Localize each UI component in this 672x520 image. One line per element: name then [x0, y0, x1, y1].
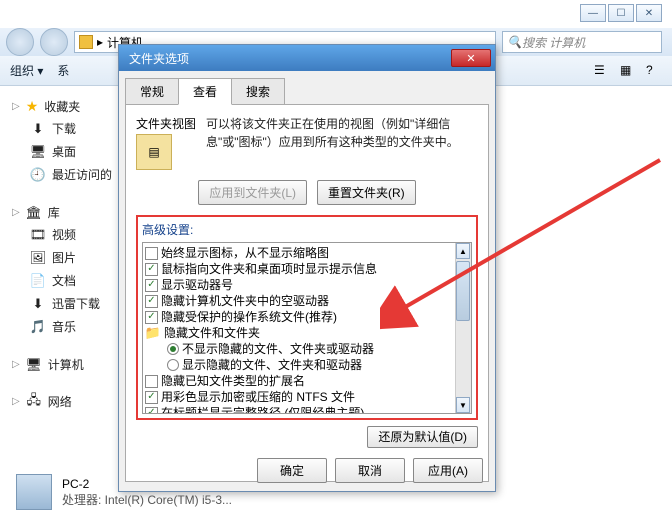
reset-folders-button[interactable]: 重置文件夹(R): [317, 180, 416, 205]
caret-icon: ▷: [12, 359, 20, 370]
recent-icon: 🕘: [30, 167, 46, 183]
item-label: 用彩色显示加密或压缩的 NTFS 文件: [161, 389, 355, 405]
document-icon: 📄: [30, 273, 46, 289]
advanced-item-6[interactable]: 不显示隐藏的文件、文件夹或驱动器: [145, 341, 453, 357]
download-icon: ⬇: [30, 121, 46, 137]
search-icon: 🔍: [507, 35, 522, 49]
view-tiles-icon[interactable]: ▦: [620, 63, 636, 79]
item-label: 鼠标指向文件夹和桌面项时显示提示信息: [161, 261, 377, 277]
advanced-item-2[interactable]: 显示驱动器号: [145, 277, 453, 293]
dialog-close-button[interactable]: ✕: [451, 49, 491, 67]
checkbox[interactable]: [145, 295, 158, 308]
nav-back-button[interactable]: [6, 28, 34, 56]
item-label: 始终显示图标，从不显示缩略图: [161, 245, 329, 261]
advanced-item-7[interactable]: 显示隐藏的文件、文件夹和驱动器: [145, 357, 453, 373]
picture-icon: 🖼: [30, 250, 46, 266]
tab-panel-view: 文件夹视图 ▤ 可以将该文件夹正在使用的视图（例如"详细信息"或"图标"）应用到…: [125, 104, 489, 482]
advanced-item-9[interactable]: 用彩色显示加密或压缩的 NTFS 文件: [145, 389, 453, 405]
caret-icon: ▷: [12, 396, 20, 407]
system-menu[interactable]: 系: [57, 62, 69, 79]
item-label: 不显示隐藏的文件、文件夹或驱动器: [182, 341, 374, 357]
folder-view-heading: 文件夹视图: [136, 115, 196, 132]
scrollbar[interactable]: ▲ ▼: [455, 243, 471, 413]
scroll-down-button[interactable]: ▼: [456, 397, 470, 413]
item-label: 隐藏计算机文件夹中的空驱动器: [161, 293, 329, 309]
pc-name: PC-2: [62, 477, 232, 491]
tab-strip: 常规 查看 搜索: [119, 71, 495, 104]
view-list-icon[interactable]: ☰: [594, 63, 610, 79]
help-icon[interactable]: ?: [646, 63, 662, 79]
dialog-titlebar[interactable]: 文件夹选项 ✕: [119, 45, 495, 71]
folder-icon: 📁: [145, 325, 161, 341]
min-button[interactable]: —: [580, 4, 606, 22]
organize-menu[interactable]: 组织 ▾: [10, 62, 43, 79]
scroll-thumb[interactable]: [456, 261, 470, 321]
tab-view[interactable]: 查看: [178, 78, 232, 105]
max-button[interactable]: ☐: [608, 4, 634, 22]
tab-search[interactable]: 搜索: [231, 78, 285, 105]
item-label: 隐藏受保护的操作系统文件(推荐): [161, 309, 337, 325]
details-pane: PC-2 处理器: Intel(R) Core(TM) i5-3...: [16, 474, 232, 510]
item-label: 显示隐藏的文件、文件夹和驱动器: [182, 357, 362, 373]
network-icon: 🖧: [26, 394, 42, 410]
caret-icon: ▷: [12, 101, 20, 112]
video-icon: 🎞: [30, 227, 46, 243]
item-label: 隐藏已知文件类型的扩展名: [161, 373, 305, 389]
checkbox[interactable]: [145, 375, 158, 388]
scroll-up-button[interactable]: ▲: [456, 243, 470, 259]
advanced-item-1[interactable]: 鼠标指向文件夹和桌面项时显示提示信息: [145, 261, 453, 277]
checkbox[interactable]: [145, 279, 158, 292]
checkbox[interactable]: [145, 247, 158, 260]
caret-icon: ▷: [12, 207, 20, 218]
item-label: 显示驱动器号: [161, 277, 233, 293]
folder-options-dialog: 文件夹选项 ✕ 常规 查看 搜索 文件夹视图 ▤ 可以将该文件夹正在使用的视图（…: [118, 44, 496, 492]
restore-defaults-button[interactable]: 还原为默认值(D): [367, 426, 478, 448]
item-label: 在标题栏显示完整路径 (仅限经典主题): [161, 405, 364, 414]
computer-large-icon: [16, 474, 52, 510]
ok-button[interactable]: 确定: [257, 458, 327, 483]
apply-to-folders-button[interactable]: 应用到文件夹(L): [198, 180, 307, 205]
advanced-item-0[interactable]: 始终显示图标，从不显示缩略图: [145, 245, 453, 261]
nav-forward-button[interactable]: [40, 28, 68, 56]
computer-icon: 🖥: [26, 357, 42, 373]
dialog-title: 文件夹选项: [129, 50, 189, 67]
advanced-settings-label: 高级设置:: [142, 221, 472, 238]
star-icon: ★: [26, 98, 39, 115]
radio[interactable]: [167, 343, 179, 355]
cpu-info: 处理器: Intel(R) Core(TM) i5-3...: [62, 491, 232, 508]
advanced-settings-group: 高级设置: 始终显示图标，从不显示缩略图鼠标指向文件夹和桌面项时显示提示信息显示…: [136, 215, 478, 420]
apply-button[interactable]: 应用(A): [413, 458, 483, 483]
library-icon: 🏛: [26, 205, 42, 221]
close-button[interactable]: ✕: [636, 4, 662, 22]
search-input[interactable]: 🔍 搜索 计算机: [502, 31, 662, 53]
item-label: 隐藏文件和文件夹: [164, 325, 260, 341]
download-icon: ⬇: [30, 296, 46, 312]
folder-view-description: 可以将该文件夹正在使用的视图（例如"详细信息"或"图标"）应用到所有这种类型的文…: [206, 115, 478, 170]
folder-icon: [79, 35, 93, 49]
radio[interactable]: [167, 359, 179, 371]
advanced-item-4[interactable]: 隐藏受保护的操作系统文件(推荐): [145, 309, 453, 325]
cancel-button[interactable]: 取消: [335, 458, 405, 483]
advanced-item-10[interactable]: 在标题栏显示完整路径 (仅限经典主题): [145, 405, 453, 414]
desktop-icon: 🖥: [30, 144, 46, 160]
checkbox[interactable]: [145, 391, 158, 404]
checkbox[interactable]: [145, 311, 158, 324]
music-icon: 🎵: [30, 319, 46, 335]
checkbox[interactable]: [145, 263, 158, 276]
folder-view-icon: ▤: [136, 134, 172, 170]
advanced-item-3[interactable]: 隐藏计算机文件夹中的空驱动器: [145, 293, 453, 309]
advanced-item-8[interactable]: 隐藏已知文件类型的扩展名: [145, 373, 453, 389]
tab-general[interactable]: 常规: [125, 78, 179, 105]
advanced-settings-list: 始终显示图标，从不显示缩略图鼠标指向文件夹和桌面项时显示提示信息显示驱动器号隐藏…: [142, 242, 472, 414]
advanced-item-5[interactable]: 📁隐藏文件和文件夹: [145, 325, 453, 341]
checkbox[interactable]: [145, 407, 158, 415]
